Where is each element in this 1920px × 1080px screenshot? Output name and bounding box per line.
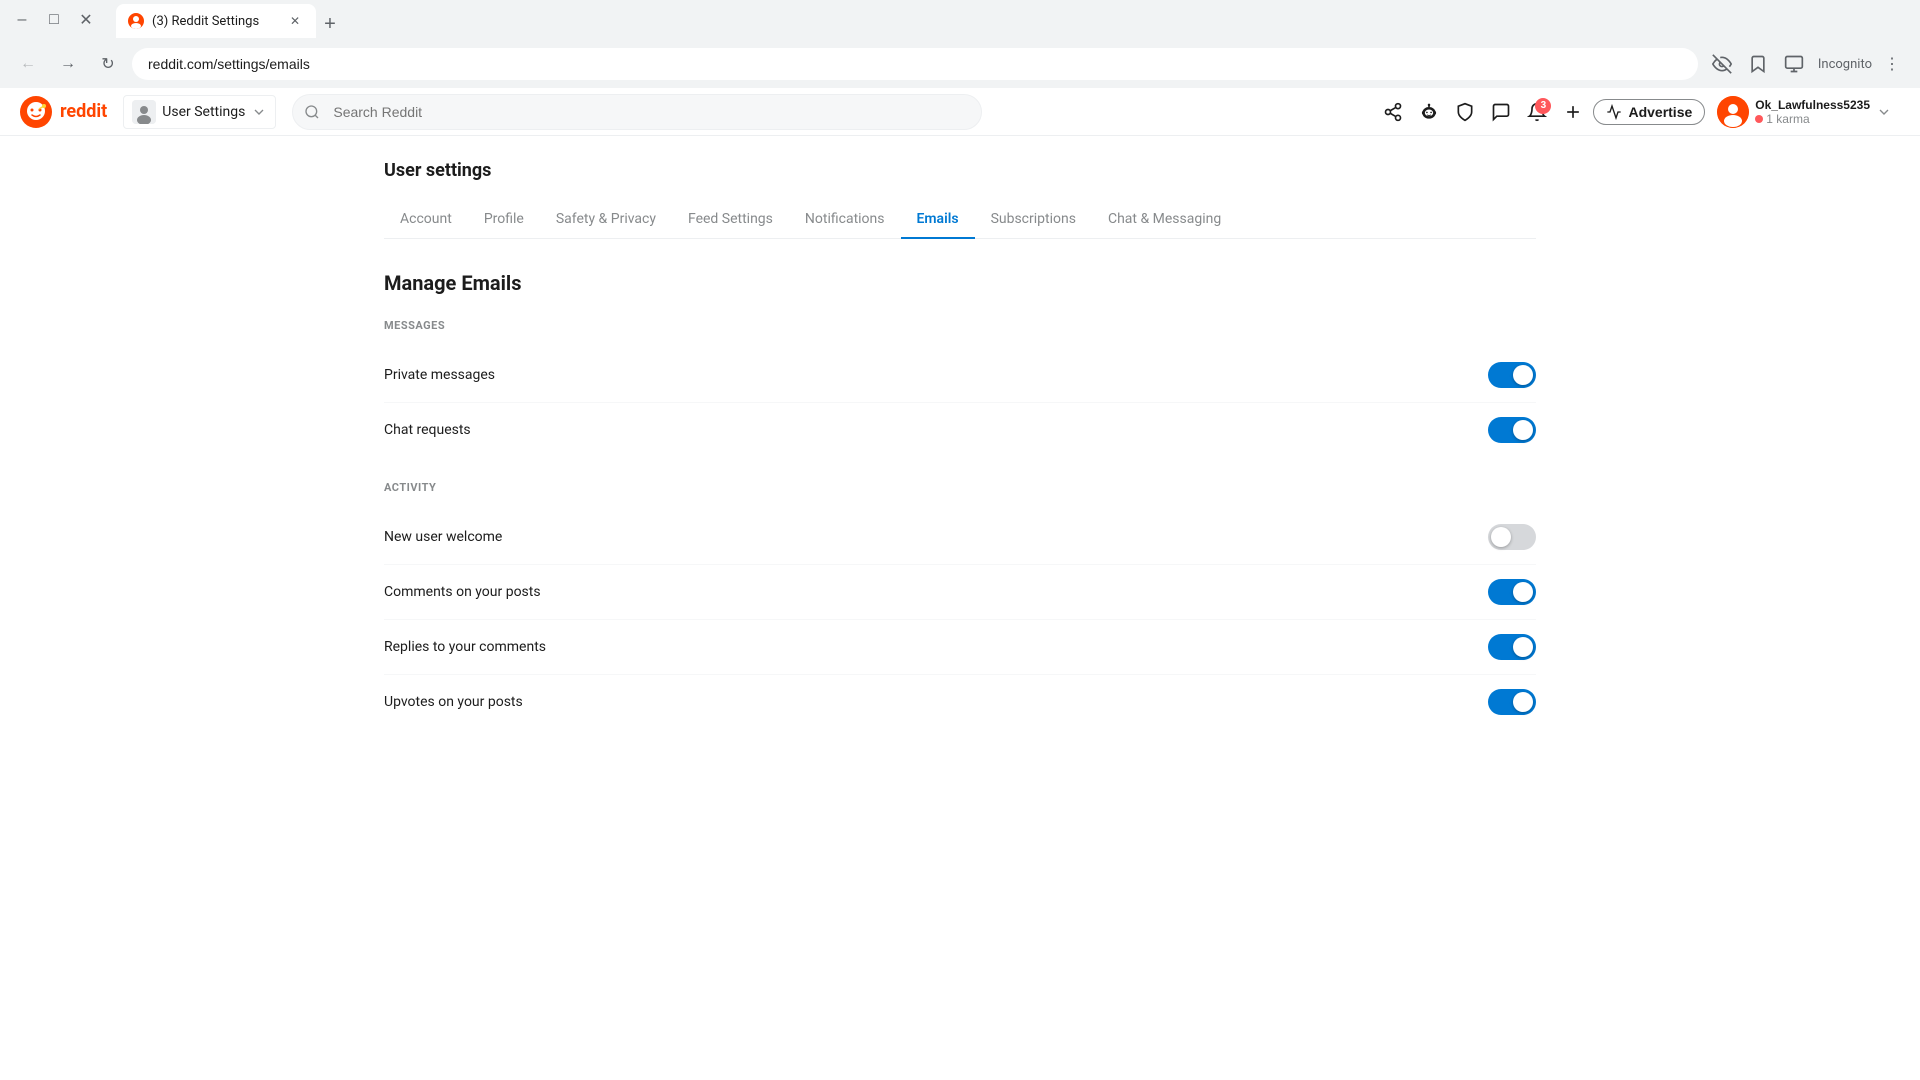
eye-slash-icon[interactable] [1706, 48, 1738, 80]
reddit-logo-text: reddit [60, 101, 107, 122]
tab-feed[interactable]: Feed Settings [672, 201, 789, 239]
reload-button[interactable]: ↻ [92, 48, 124, 80]
advertise-label: Advertise [1628, 104, 1692, 120]
new-tab-button[interactable]: + [316, 10, 344, 38]
address-input[interactable] [132, 48, 1698, 80]
upvotes-on-posts-toggle[interactable] [1488, 689, 1536, 715]
toggle-knob [1491, 527, 1511, 547]
toggle-knob [1513, 637, 1533, 657]
shield-icon [1455, 102, 1475, 122]
karma-dot [1755, 115, 1763, 123]
user-avatar-small [132, 100, 156, 124]
manage-emails-title: Manage Emails [384, 271, 1536, 295]
private-messages-label: Private messages [384, 367, 495, 383]
tab-account[interactable]: Account [384, 201, 468, 239]
new-user-welcome-item: New user welcome [384, 510, 1536, 565]
plus-icon [1563, 102, 1583, 122]
minimize-button[interactable]: – [8, 6, 36, 34]
private-messages-toggle[interactable] [1488, 362, 1536, 388]
tab-title: (3) Reddit Settings [152, 14, 278, 29]
notification-badge: 3 [1535, 98, 1551, 114]
chat-requests-toggle[interactable] [1488, 417, 1536, 443]
snoo-icon-button[interactable] [1413, 96, 1445, 128]
share-icon [1383, 102, 1403, 122]
karma-value: 1 karma [1766, 112, 1809, 126]
replies-to-comments-item: Replies to your comments [384, 620, 1536, 675]
settings-container: User settings Account Profile Safety & P… [360, 136, 1560, 777]
tab-notifications[interactable]: Notifications [789, 201, 901, 239]
toggle-knob [1513, 420, 1533, 440]
search-bar [292, 94, 982, 130]
page-title: User settings [384, 160, 1536, 181]
chat-requests-item: Chat requests [384, 403, 1536, 457]
user-settings-label: User Settings [162, 104, 245, 120]
address-input-wrap [132, 48, 1698, 80]
toggle-knob [1513, 582, 1533, 602]
chevron-down-icon [251, 104, 267, 120]
active-tab[interactable]: (3) Reddit Settings ✕ [116, 4, 316, 38]
upvotes-on-posts-label: Upvotes on your posts [384, 694, 523, 710]
comments-on-posts-item: Comments on your posts [384, 565, 1536, 620]
tab-bar: (3) Reddit Settings ✕ + [108, 2, 352, 38]
replies-to-comments-toggle[interactable] [1488, 634, 1536, 660]
address-bar: ← → ↻ Incogni [0, 40, 1920, 88]
incognito-label: Incognito [1818, 57, 1872, 72]
karma-badge: 1 karma [1755, 112, 1809, 126]
snoo-icon [1419, 102, 1439, 122]
tab-safety[interactable]: Safety & Privacy [540, 201, 672, 239]
bookmark-icon[interactable] [1742, 48, 1774, 80]
advertise-icon [1606, 104, 1622, 120]
user-avatar [1717, 96, 1749, 128]
settings-tabs: Account Profile Safety & Privacy Feed Se… [384, 201, 1536, 239]
share-icon-button[interactable] [1377, 96, 1409, 128]
replies-to-comments-label: Replies to your comments [384, 639, 546, 655]
close-button[interactable]: ✕ [72, 6, 100, 34]
tab-emails[interactable]: Emails [901, 201, 975, 239]
reddit-logo-icon [20, 96, 52, 128]
tab-chat[interactable]: Chat & Messaging [1092, 201, 1237, 239]
address-icons: Incognito ⋮ [1706, 48, 1908, 80]
comments-on-posts-label: Comments on your posts [384, 584, 541, 600]
header-icons: 3 Advertise Ok_Lawful [1377, 92, 1900, 132]
messages-section: MESSAGES Private messages Chat requests [384, 319, 1536, 457]
tab-favicon [128, 13, 144, 29]
shield-icon-button[interactable] [1449, 96, 1481, 128]
menu-button[interactable]: ⋮ [1876, 48, 1908, 80]
username-label: Ok_Lawfulness5235 [1755, 98, 1870, 112]
tab-profile[interactable]: Profile [468, 201, 540, 239]
user-chevron-down-icon [1876, 104, 1892, 120]
profile-icon[interactable] [1778, 48, 1810, 80]
reddit-header: reddit User Settings [0, 88, 1920, 136]
chat-icon [1491, 102, 1511, 122]
user-settings-button[interactable]: User Settings [123, 95, 276, 129]
back-button[interactable]: ← [12, 48, 44, 80]
window-controls: – □ ✕ [8, 6, 100, 34]
tab-subscriptions[interactable]: Subscriptions [975, 201, 1092, 239]
search-input[interactable] [292, 94, 982, 130]
create-post-button[interactable] [1557, 96, 1589, 128]
comments-on-posts-toggle[interactable] [1488, 579, 1536, 605]
search-wrap [292, 94, 982, 130]
toggle-knob [1513, 365, 1533, 385]
private-messages-item: Private messages [384, 348, 1536, 403]
reddit-logo[interactable]: reddit [20, 96, 107, 128]
advertise-button[interactable]: Advertise [1593, 99, 1705, 125]
chat-icon-button[interactable] [1485, 96, 1517, 128]
search-icon [304, 104, 320, 120]
new-user-welcome-toggle[interactable] [1488, 524, 1536, 550]
forward-button[interactable]: → [52, 48, 84, 80]
maximize-button[interactable]: □ [40, 6, 68, 34]
upvotes-on-posts-item: Upvotes on your posts [384, 675, 1536, 729]
toggle-knob [1513, 692, 1533, 712]
activity-section-header: ACTIVITY [384, 481, 1536, 494]
tab-close-button[interactable]: ✕ [286, 12, 304, 30]
messages-section-header: MESSAGES [384, 319, 1536, 332]
user-account-button[interactable]: Ok_Lawfulness5235 1 karma [1709, 92, 1900, 132]
new-user-welcome-label: New user welcome [384, 529, 502, 545]
chat-requests-label: Chat requests [384, 422, 471, 438]
notification-bell-button[interactable]: 3 [1521, 96, 1553, 128]
activity-section: ACTIVITY New user welcome Comments on yo… [384, 481, 1536, 729]
